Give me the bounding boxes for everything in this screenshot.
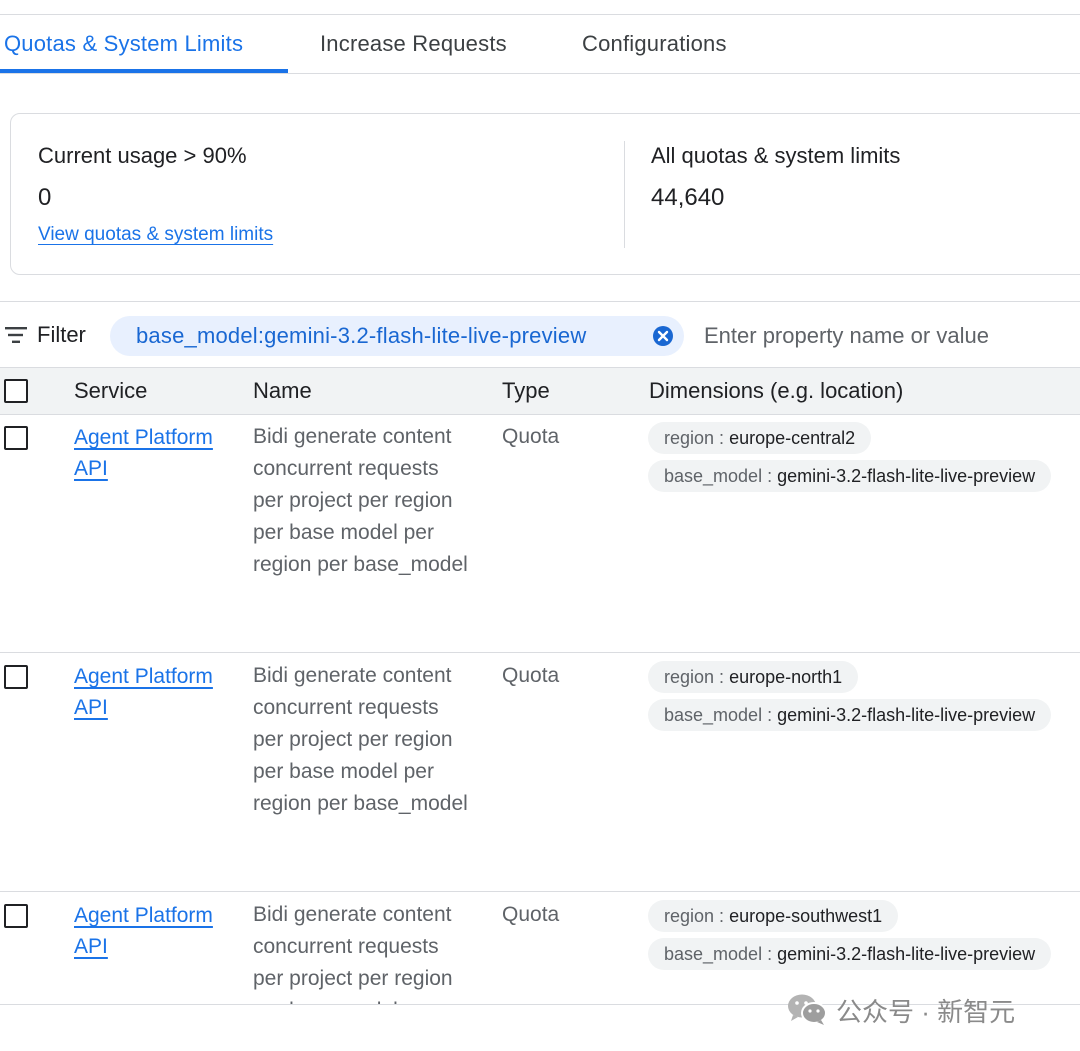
wechat-icon <box>788 994 827 1025</box>
service-link[interactable]: Agent Platform API <box>74 422 234 484</box>
filter-chip[interactable]: base_model:gemini-3.2-flash-lite-live-pr… <box>110 316 684 356</box>
dimension-chip-region: region : europe-north1 <box>648 661 859 693</box>
tab-quotas-system-limits[interactable]: Quotas & System Limits <box>4 15 243 73</box>
row-checkbox[interactable] <box>4 665 28 689</box>
dimension-chip-region: region : europe-central2 <box>648 422 872 454</box>
table-row: Agent Platform API Bidi generate content… <box>0 414 1080 653</box>
dimension-chip-base-model: base_model : gemini-3.2-flash-lite-live-… <box>648 938 1052 970</box>
dimension-chip-region: region : europe-southwest1 <box>648 900 899 932</box>
row-checkbox[interactable] <box>4 426 28 450</box>
filter-chip-text: base_model:gemini-3.2-flash-lite-live-pr… <box>136 323 587 348</box>
select-all-checkbox[interactable] <box>4 379 28 403</box>
service-link[interactable]: Agent Platform API <box>74 661 234 723</box>
dimension-chip-base-model: base_model : gemini-3.2-flash-lite-live-… <box>648 460 1052 492</box>
table-row: Agent Platform API Bidi generate content… <box>0 653 1080 892</box>
filter-icon[interactable] <box>5 326 27 344</box>
service-link[interactable]: Agent Platform API <box>74 900 234 962</box>
close-circle-icon[interactable] <box>652 325 674 347</box>
view-quotas-link[interactable]: View quotas & system limits <box>38 224 273 246</box>
quota-type: Quota <box>502 425 560 448</box>
column-header-dimensions[interactable]: Dimensions (e.g. location) <box>649 378 903 404</box>
table-row: Agent Platform API Bidi generate content… <box>0 892 1080 1004</box>
column-header-name[interactable]: Name <box>253 378 312 404</box>
quota-type: Quota <box>502 903 560 926</box>
table-header: Service Name Type Dimensions (e.g. locat… <box>0 367 1080 415</box>
quota-name: Bidi generate content concurrent request… <box>253 664 468 815</box>
tab-increase-requests[interactable]: Increase Requests <box>320 15 507 73</box>
active-tab-indicator <box>0 69 288 73</box>
current-usage-value: 0 <box>38 184 52 211</box>
current-usage-heading: Current usage > 90% <box>38 143 247 168</box>
dimension-chip-base-model: base_model : gemini-3.2-flash-lite-live-… <box>648 699 1052 731</box>
quota-type: Quota <box>502 664 560 687</box>
quotas-page: Quotas & System Limits Increase Requests… <box>0 0 1080 1051</box>
column-header-service[interactable]: Service <box>74 378 147 404</box>
quota-name: Bidi generate content concurrent request… <box>253 425 468 576</box>
all-quotas-heading: All quotas & system limits <box>651 143 901 168</box>
all-quotas-value: 44,640 <box>651 184 725 211</box>
filter-label: Filter <box>37 322 86 347</box>
filter-bar: Filter base_model:gemini-3.2-flash-lite-… <box>0 301 1080 368</box>
column-header-type[interactable]: Type <box>502 378 550 404</box>
quota-name: Bidi generate content concurrent request… <box>253 903 453 1004</box>
watermark-text: 公众号 · 新智元 <box>836 997 1016 1027</box>
card-divider <box>624 141 625 248</box>
filter-input[interactable] <box>692 316 1080 356</box>
row-checkbox[interactable] <box>4 904 28 928</box>
tab-configurations[interactable]: Configurations <box>582 15 727 73</box>
usage-summary-card: Current usage > 90% 0 View quotas & syst… <box>10 113 1080 275</box>
tab-bar: Quotas & System Limits Increase Requests… <box>0 14 1080 74</box>
